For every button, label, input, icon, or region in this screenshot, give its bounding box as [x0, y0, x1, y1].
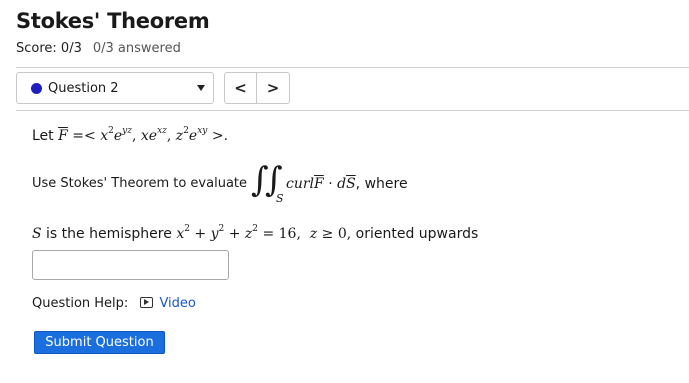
surface-equation: x2 + y2 + z2 = 16, z ≥ 0, [176, 224, 352, 243]
surface-symbol: S [32, 226, 42, 242]
field-symbol: F [58, 128, 68, 144]
divider-top [16, 67, 689, 68]
instruction-text: Use Stokes' Theorem to evaluate [32, 176, 248, 191]
video-link[interactable]: Video [159, 296, 195, 311]
question-help: Question Help: Video [32, 296, 196, 311]
video-icon [140, 297, 154, 308]
chevron-right-icon: > [266, 79, 280, 97]
chevron-down-icon [197, 85, 205, 91]
answer-input[interactable] [32, 250, 229, 280]
integral-region: S [276, 192, 284, 205]
orientation-text: oriented upwards [355, 226, 479, 242]
where-text: , where [355, 176, 408, 192]
submit-question-button[interactable]: Submit Question [34, 331, 165, 354]
let-text: Let [32, 128, 54, 144]
score-text: Score: 0/3 [16, 41, 82, 56]
integrand: curlF · dS, where [286, 176, 408, 192]
chevron-left-icon: < [234, 79, 247, 97]
field-components: =< x2eyz, xexz, z2exy >. [72, 126, 229, 145]
answered-count: 0/3 answered [92, 41, 181, 56]
question-select-label: Question 2 [48, 80, 119, 96]
divider-question [16, 110, 689, 111]
help-label: Question Help: [32, 296, 129, 311]
prev-question-button[interactable]: < [224, 72, 257, 104]
surface-desc: is the hemisphere [46, 226, 172, 242]
field-definition: Let F =< x2eyz, xexz, z2exy >. [32, 126, 229, 145]
page-title: Stokes' Theorem [16, 9, 210, 33]
next-question-button[interactable]: > [257, 72, 290, 104]
status-dot-icon [31, 82, 42, 94]
surface-description: S is the hemisphere x2 + y2 + z2 = 16, z… [32, 224, 479, 243]
score-line: Score: 0/3 0/3 answered [16, 41, 181, 56]
question-select[interactable]: Question 2 [16, 72, 214, 104]
